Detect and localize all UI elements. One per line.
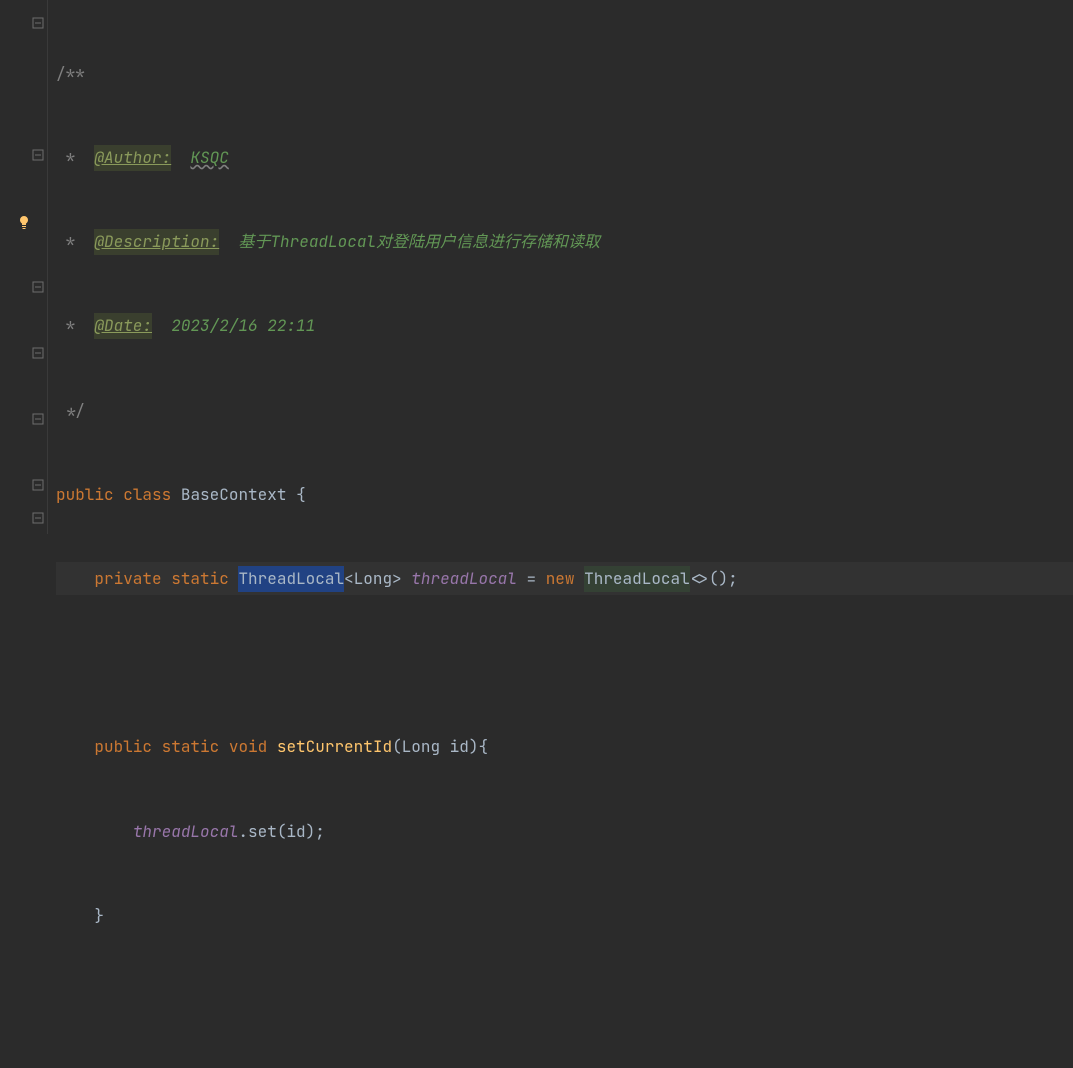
comment-close: */ (56, 398, 85, 424)
code-line-highlighted: private static ThreadLocal<Long> threadL… (56, 562, 1073, 595)
generic-long: <Long> (344, 566, 402, 592)
gutter-line (0, 501, 48, 534)
code-line: /** (56, 57, 1073, 90)
field-threadlocal: threadLocal (411, 566, 517, 592)
gutter-line (0, 435, 48, 468)
close-brace: } (94, 903, 104, 929)
keyword-public: public (94, 734, 152, 760)
fold-minus-icon[interactable] (32, 347, 44, 359)
code-line: * @Description: 基于ThreadLocal对登陆用户信息进行存储… (56, 226, 1073, 259)
gutter-line (0, 303, 48, 336)
method-params: (Long id){ (392, 734, 488, 760)
gutter-line (0, 171, 48, 204)
keyword-static: static (162, 734, 220, 760)
code-line: * @Date: 2023/2/16 22:11 (56, 310, 1073, 343)
gutter-line (0, 468, 48, 501)
code-line-empty (56, 647, 1073, 680)
fold-minus-icon[interactable] (32, 17, 44, 29)
type-threadlocal-selected: ThreadLocal (238, 566, 344, 592)
fold-minus-icon[interactable] (32, 512, 44, 524)
gutter (0, 0, 48, 534)
code-line: * @Author: KSQC (56, 141, 1073, 174)
operator-equals: = (526, 566, 536, 592)
comment-open: /** (56, 61, 85, 87)
doc-space (152, 313, 171, 339)
code-line: threadLocal.set(id); (56, 815, 1073, 848)
open-brace: { (296, 482, 306, 508)
method-setcurrentid: setCurrentId (277, 734, 392, 760)
gutter-line (0, 39, 48, 72)
doc-space (171, 145, 190, 171)
gutter-line (0, 105, 48, 138)
fold-minus-icon[interactable] (32, 479, 44, 491)
doc-description-value: 基于ThreadLocal对登陆用户信息进行存储和读取 (238, 229, 600, 255)
doc-tag-description: @Description: (94, 229, 219, 255)
bulb-icon[interactable] (16, 213, 32, 229)
comment-star: * (56, 313, 94, 339)
type-threadlocal-match: ThreadLocal (584, 566, 690, 592)
keyword-static: static (171, 566, 229, 592)
gutter-line (0, 138, 48, 171)
code-line: public static Long getCurrentId(){ (56, 1067, 1073, 1068)
field-threadlocal: threadLocal (133, 819, 239, 845)
code-line: */ (56, 394, 1073, 427)
gutter-line (0, 72, 48, 105)
gutter-line (0, 6, 48, 39)
fold-minus-icon[interactable] (32, 149, 44, 161)
gutter-line (0, 237, 48, 270)
doc-tag-author: @Author: (94, 145, 171, 171)
keyword-private: private (94, 566, 161, 592)
keyword-new: new (546, 566, 575, 592)
gutter-line (0, 402, 48, 435)
gutter-line (0, 369, 48, 402)
code-line: } (56, 899, 1073, 932)
code-editor[interactable]: /** * @Author: KSQC * @Description: 基于Th… (0, 0, 1073, 534)
class-name: BaseContext (181, 482, 287, 508)
fold-minus-icon[interactable] (32, 413, 44, 425)
code-area[interactable]: /** * @Author: KSQC * @Description: 基于Th… (48, 0, 1073, 534)
gutter-line (0, 270, 48, 303)
gutter-line (0, 336, 48, 369)
doc-tag-date: @Date: (94, 313, 152, 339)
doc-date-value: 2023/2/16 22:11 (171, 313, 315, 339)
keyword-class: class (123, 482, 171, 508)
fold-minus-icon[interactable] (32, 281, 44, 293)
method-call: .set(id); (238, 819, 324, 845)
code-line: public static void setCurrentId(Long id)… (56, 731, 1073, 764)
code-line: public class BaseContext { (56, 478, 1073, 511)
doc-space (219, 229, 238, 255)
keyword-public: public (56, 482, 114, 508)
gutter-line (0, 204, 48, 237)
comment-star: * (56, 229, 94, 255)
comment-star: * (56, 145, 94, 171)
generic-diamond: <>(); (690, 566, 738, 592)
code-line-empty (56, 983, 1073, 1016)
keyword-void: void (229, 734, 267, 760)
doc-author-value: KSQC (190, 145, 228, 171)
